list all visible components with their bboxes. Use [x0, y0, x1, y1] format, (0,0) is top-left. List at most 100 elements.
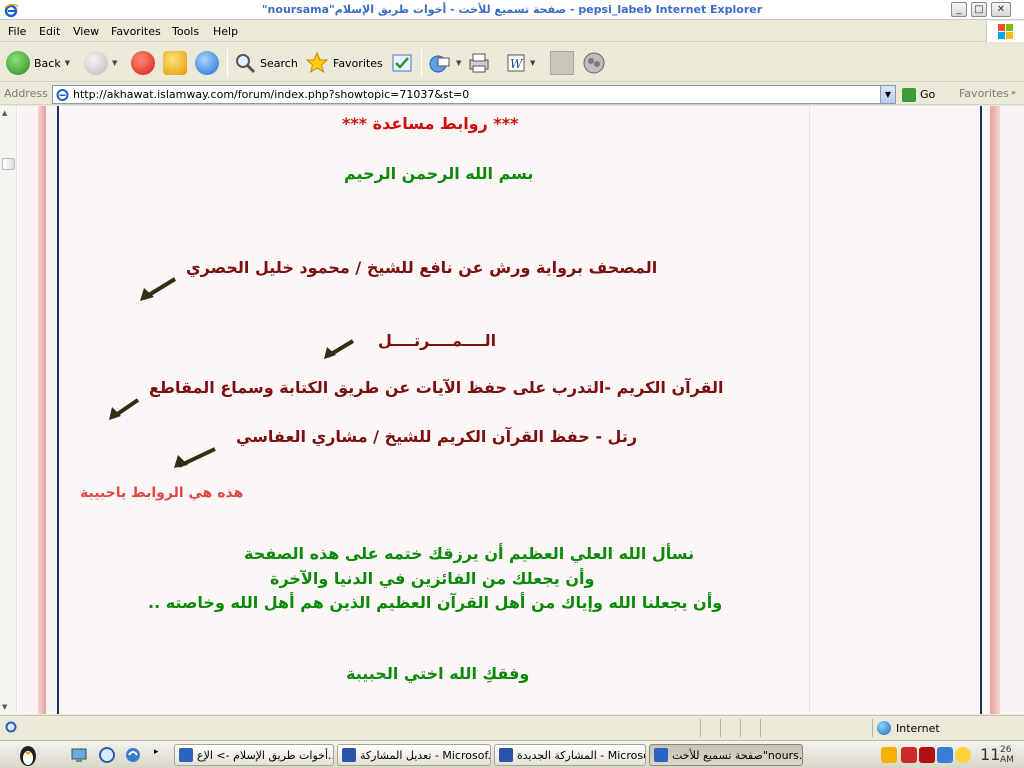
toolbar-separator	[227, 49, 228, 77]
go-button[interactable]: Go	[902, 86, 935, 103]
tray-antivirus-icon[interactable]	[901, 747, 917, 763]
task-tasmee-page[interactable]: صفحة تسميع للأخت"nours...	[649, 744, 803, 766]
url-text: http://akhawat.islamway.com/forum/index.…	[73, 88, 470, 101]
chevron-right-icon[interactable]: »	[1011, 88, 1016, 97]
print-button[interactable]	[467, 49, 491, 77]
link-rattil-afasy[interactable]: رتل - حفظ القرآن الكريم للشيخ / مشاري ال…	[236, 427, 637, 446]
chevron-down-icon[interactable]: ▼	[65, 59, 70, 67]
address-label: Address	[4, 87, 48, 100]
mail-button[interactable]: ▼	[428, 49, 461, 77]
messenger-icon	[583, 52, 605, 74]
word-document-icon: W	[507, 54, 525, 72]
status-divider	[740, 719, 741, 737]
discuss-button[interactable]	[550, 49, 574, 77]
maximize-button[interactable]: □	[971, 2, 987, 17]
right-frame-line	[980, 106, 982, 714]
arrow-pointer-icon	[174, 447, 216, 468]
vertical-scrollbar[interactable]: ▲ ▼	[0, 106, 17, 714]
tray-kaspersky-icon[interactable]	[919, 747, 935, 763]
link-warsh-mushaf[interactable]: المصحف برواية ورش عن نافع للشيخ / محمود …	[186, 258, 657, 277]
history-icon	[392, 54, 412, 72]
quicklaunch-media-icon[interactable]	[124, 746, 142, 764]
quicklaunch-desktop-icon[interactable]	[70, 746, 88, 764]
history-button[interactable]	[390, 49, 414, 77]
system-clock[interactable]: 11 26 AM	[976, 745, 1022, 765]
windows-flag-icon	[986, 21, 1024, 42]
tray-smiley-icon[interactable]	[955, 747, 971, 763]
menu-file[interactable]: File	[8, 25, 26, 38]
ie-task-icon	[654, 748, 668, 762]
minimize-button[interactable]: _	[951, 2, 967, 17]
chevron-down-icon[interactable]: ▼	[456, 59, 461, 67]
messenger-button[interactable]	[582, 49, 606, 77]
close-icon: ✕	[996, 4, 1006, 15]
address-dropdown-button[interactable]: ▼	[880, 86, 895, 103]
edit-word-button[interactable]: W ▼	[506, 49, 535, 77]
chevron-down-icon[interactable]: ▼	[530, 59, 535, 67]
star-icon	[305, 51, 329, 74]
ie-page-icon	[56, 89, 69, 101]
go-label: Go	[920, 88, 936, 101]
task-new-post[interactable]: المشاركة الجديدة - Microso...	[494, 744, 646, 766]
prayer-line-1: نسأل الله العلي العظيم أن يرزقك ختمه على…	[244, 544, 695, 563]
left-frame-border	[38, 106, 46, 714]
stop-icon	[131, 51, 155, 75]
status-bar: Internet	[0, 715, 1024, 740]
menu-view[interactable]: View	[73, 25, 99, 38]
favorites-button[interactable]: Favorites	[305, 49, 383, 77]
search-button[interactable]: Search	[234, 49, 298, 77]
tray-messenger-icon[interactable]	[881, 747, 897, 763]
task-akhawat-forum[interactable]: أخوات طريق الإسلام -> الإع...	[174, 744, 334, 766]
refresh-button[interactable]	[163, 49, 187, 77]
quicklaunch-more-icon[interactable]: ▸	[154, 747, 159, 757]
menu-bar: File Edit View Favorites Tools Help	[0, 21, 1024, 42]
link-quran-training[interactable]: القرآن الكريم -التدرب على حفظ الآيات عن …	[149, 378, 724, 397]
forward-arrow-icon	[84, 51, 108, 75]
window-title: "noursama"صفحة تسميع للأخت - أخوات طريق …	[261, 3, 763, 16]
web-page-viewport[interactable]: ▲ ▼ *** روابط مساعدة *** بسم الله الرحمن…	[0, 106, 1024, 714]
address-input[interactable]: http://akhawat.islamway.com/forum/index.…	[52, 85, 896, 104]
forum-post-body	[59, 106, 809, 714]
close-button[interactable]: ✕	[991, 2, 1011, 17]
menu-help[interactable]: Help	[213, 25, 238, 38]
home-button[interactable]	[195, 49, 219, 77]
favorites-links-label[interactable]: Favorites	[959, 87, 1009, 100]
post-header: *** روابط مساعدة ***	[342, 114, 519, 133]
menu-edit[interactable]: Edit	[39, 25, 60, 38]
start-penguin-icon[interactable]	[14, 743, 42, 767]
task-edit-post[interactable]: تعديل المشاركة - Microsof...	[337, 744, 491, 766]
address-bar: Address http://akhawat.islamway.com/foru…	[0, 83, 1024, 105]
word-task-icon	[499, 748, 513, 762]
arrow-pointer-icon	[324, 339, 355, 359]
prayer-line-2: وأن يجعلك من الفائزين في الدنيا والآخرة	[270, 569, 595, 588]
ie-task-icon	[179, 748, 193, 762]
refresh-icon	[163, 51, 187, 75]
stop-button[interactable]	[131, 49, 155, 77]
closing-line: وفقكِ الله اختي الحبيبة	[346, 664, 530, 683]
back-arrow-icon	[6, 51, 30, 75]
status-divider	[700, 719, 701, 737]
chevron-down-icon: ▼	[884, 90, 892, 99]
scroll-thumb[interactable]	[2, 158, 15, 170]
chevron-down-icon[interactable]: ▼	[112, 59, 117, 67]
standard-toolbar: Back ▼ ▼ Search Favorites ▼ W ▼	[0, 43, 1024, 82]
tray-network-icon[interactable]	[937, 747, 953, 763]
back-button[interactable]: Back ▼	[6, 49, 70, 77]
arrow-pointer-icon	[109, 398, 140, 420]
printer-icon	[469, 53, 489, 73]
scroll-down-icon[interactable]: ▼	[2, 703, 7, 711]
page-status-icon	[5, 721, 17, 733]
arrow-pointer-icon	[140, 277, 177, 301]
forward-button[interactable]: ▼	[84, 49, 117, 77]
search-icon	[236, 54, 256, 74]
menu-favorites[interactable]: Favorites	[111, 25, 161, 38]
right-side-panel	[809, 106, 979, 714]
quicklaunch-ie-icon[interactable]	[98, 746, 116, 764]
word-task-icon	[342, 748, 356, 762]
link-murattal[interactable]: الــــمــــرتــــل	[378, 331, 496, 350]
title-bar[interactable]: "noursama"صفحة تسميع للأخت - أخوات طريق …	[0, 0, 1024, 20]
scroll-up-icon[interactable]: ▲	[2, 109, 7, 117]
menu-tools[interactable]: Tools	[172, 25, 199, 38]
go-arrow-icon	[902, 87, 916, 102]
home-icon	[195, 51, 219, 75]
